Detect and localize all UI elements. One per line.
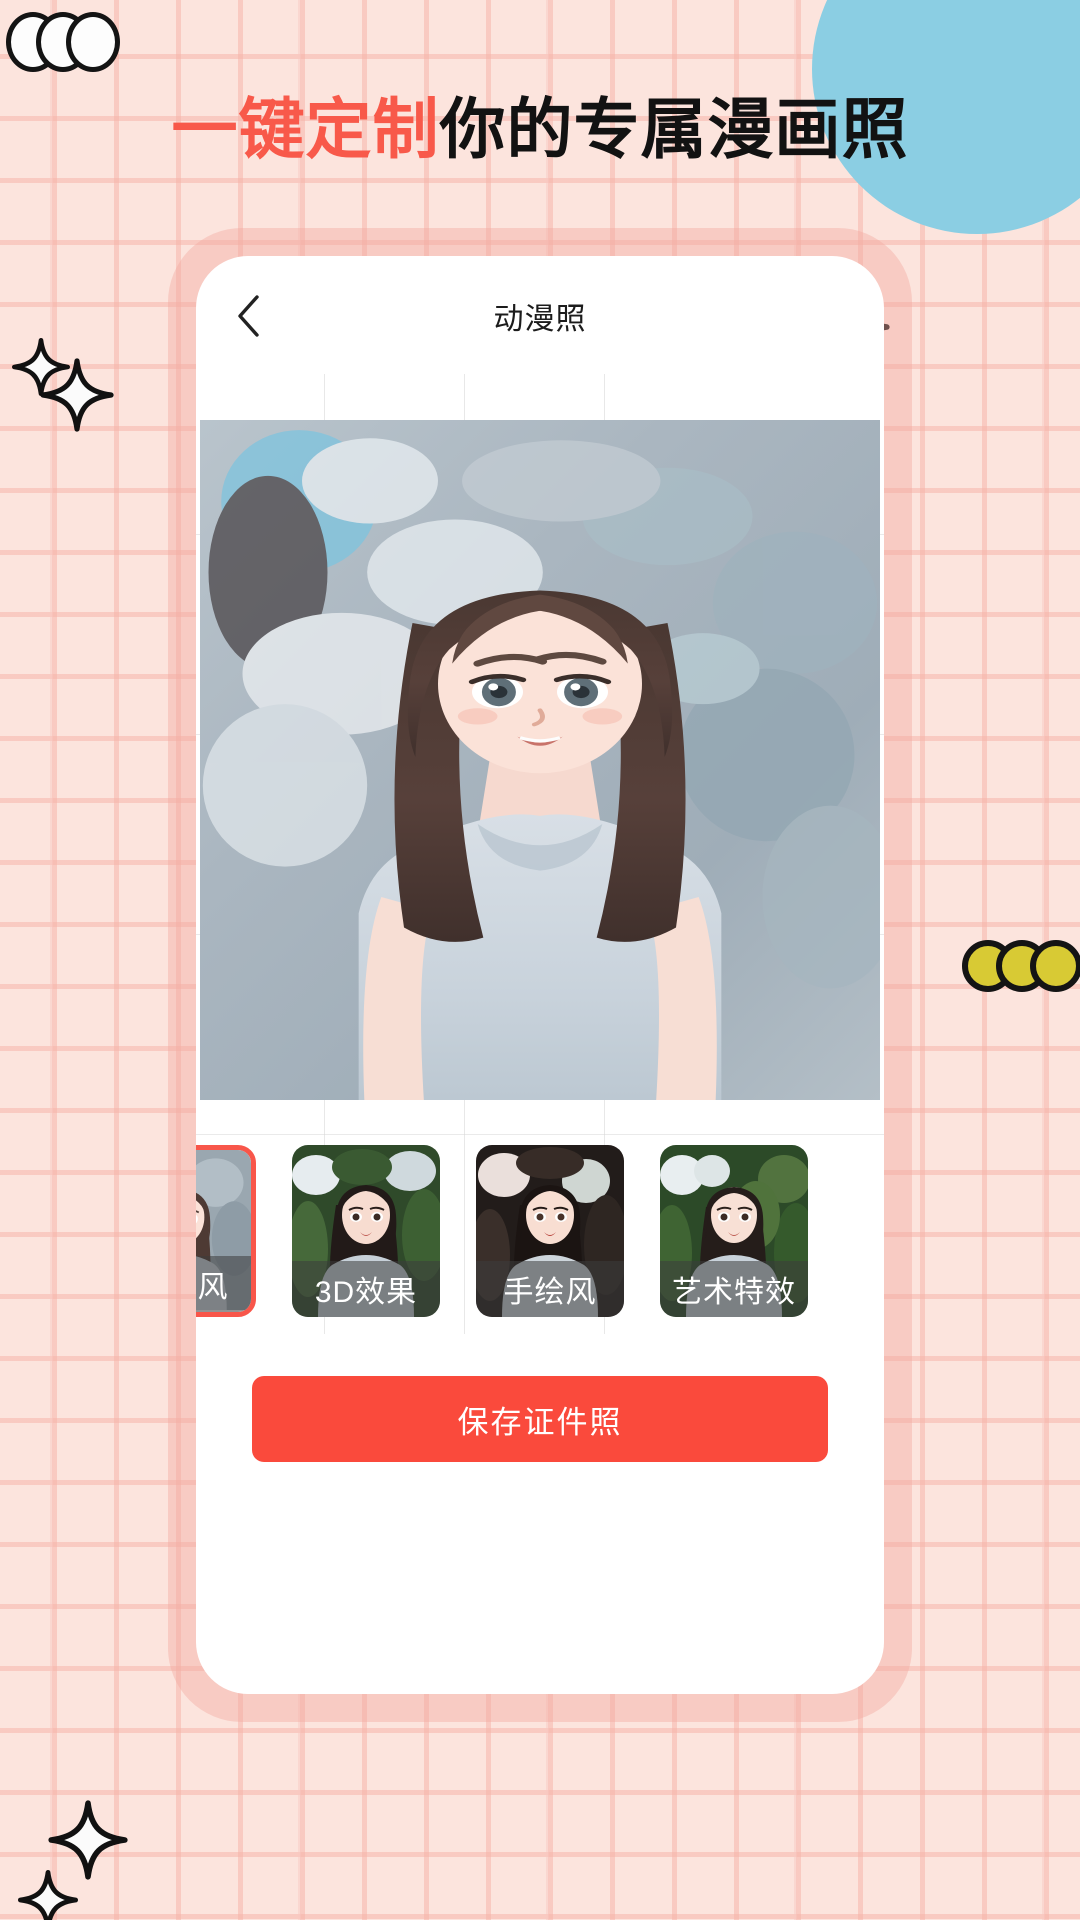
headline-rest: 你的专属漫画照 <box>439 92 909 166</box>
poster-canvas: 一键定制你的专属漫画照 动漫照 风 3D效果 手绘风 艺术特效 保存证件照 <box>0 0 1080 1920</box>
app-header: 动漫照 <box>196 256 884 374</box>
white-circles-decoration <box>6 12 126 72</box>
style-thumb-label: 日漫风 <box>196 1256 251 1312</box>
circle-icon <box>1030 940 1080 992</box>
yellow-circles-decoration <box>962 940 1080 996</box>
style-thumb-0[interactable]: 日漫风 <box>196 1145 256 1317</box>
preview-photo <box>200 420 880 1100</box>
headline-highlight: 一键定制 <box>171 92 440 166</box>
save-button[interactable]: 保存证件照 <box>252 1376 828 1462</box>
style-thumb-label: 艺术特效 <box>660 1261 808 1317</box>
style-thumb-label: 3D效果 <box>292 1261 440 1317</box>
page-title: 一键定制你的专属漫画照 <box>0 96 1080 162</box>
app-title: 动漫照 <box>493 303 587 336</box>
style-thumb-3[interactable]: 艺术特效 <box>660 1145 808 1317</box>
phone-screen: 动漫照 风 3D效果 手绘风 艺术特效 保存证件照 <box>196 256 884 1694</box>
style-thumb-1[interactable]: 3D效果 <box>292 1145 440 1317</box>
guide-line <box>196 1134 884 1135</box>
preview-photo-container[interactable] <box>200 420 880 1100</box>
sparkle-icon <box>40 358 114 437</box>
style-thumbnail-row: 日漫风 <box>196 1141 884 1321</box>
style-thumb-2[interactable]: 手绘风 <box>476 1145 624 1317</box>
sparkle-icon <box>18 1870 78 1920</box>
circle-icon <box>66 12 120 72</box>
style-thumb-label: 手绘风 <box>476 1261 624 1317</box>
